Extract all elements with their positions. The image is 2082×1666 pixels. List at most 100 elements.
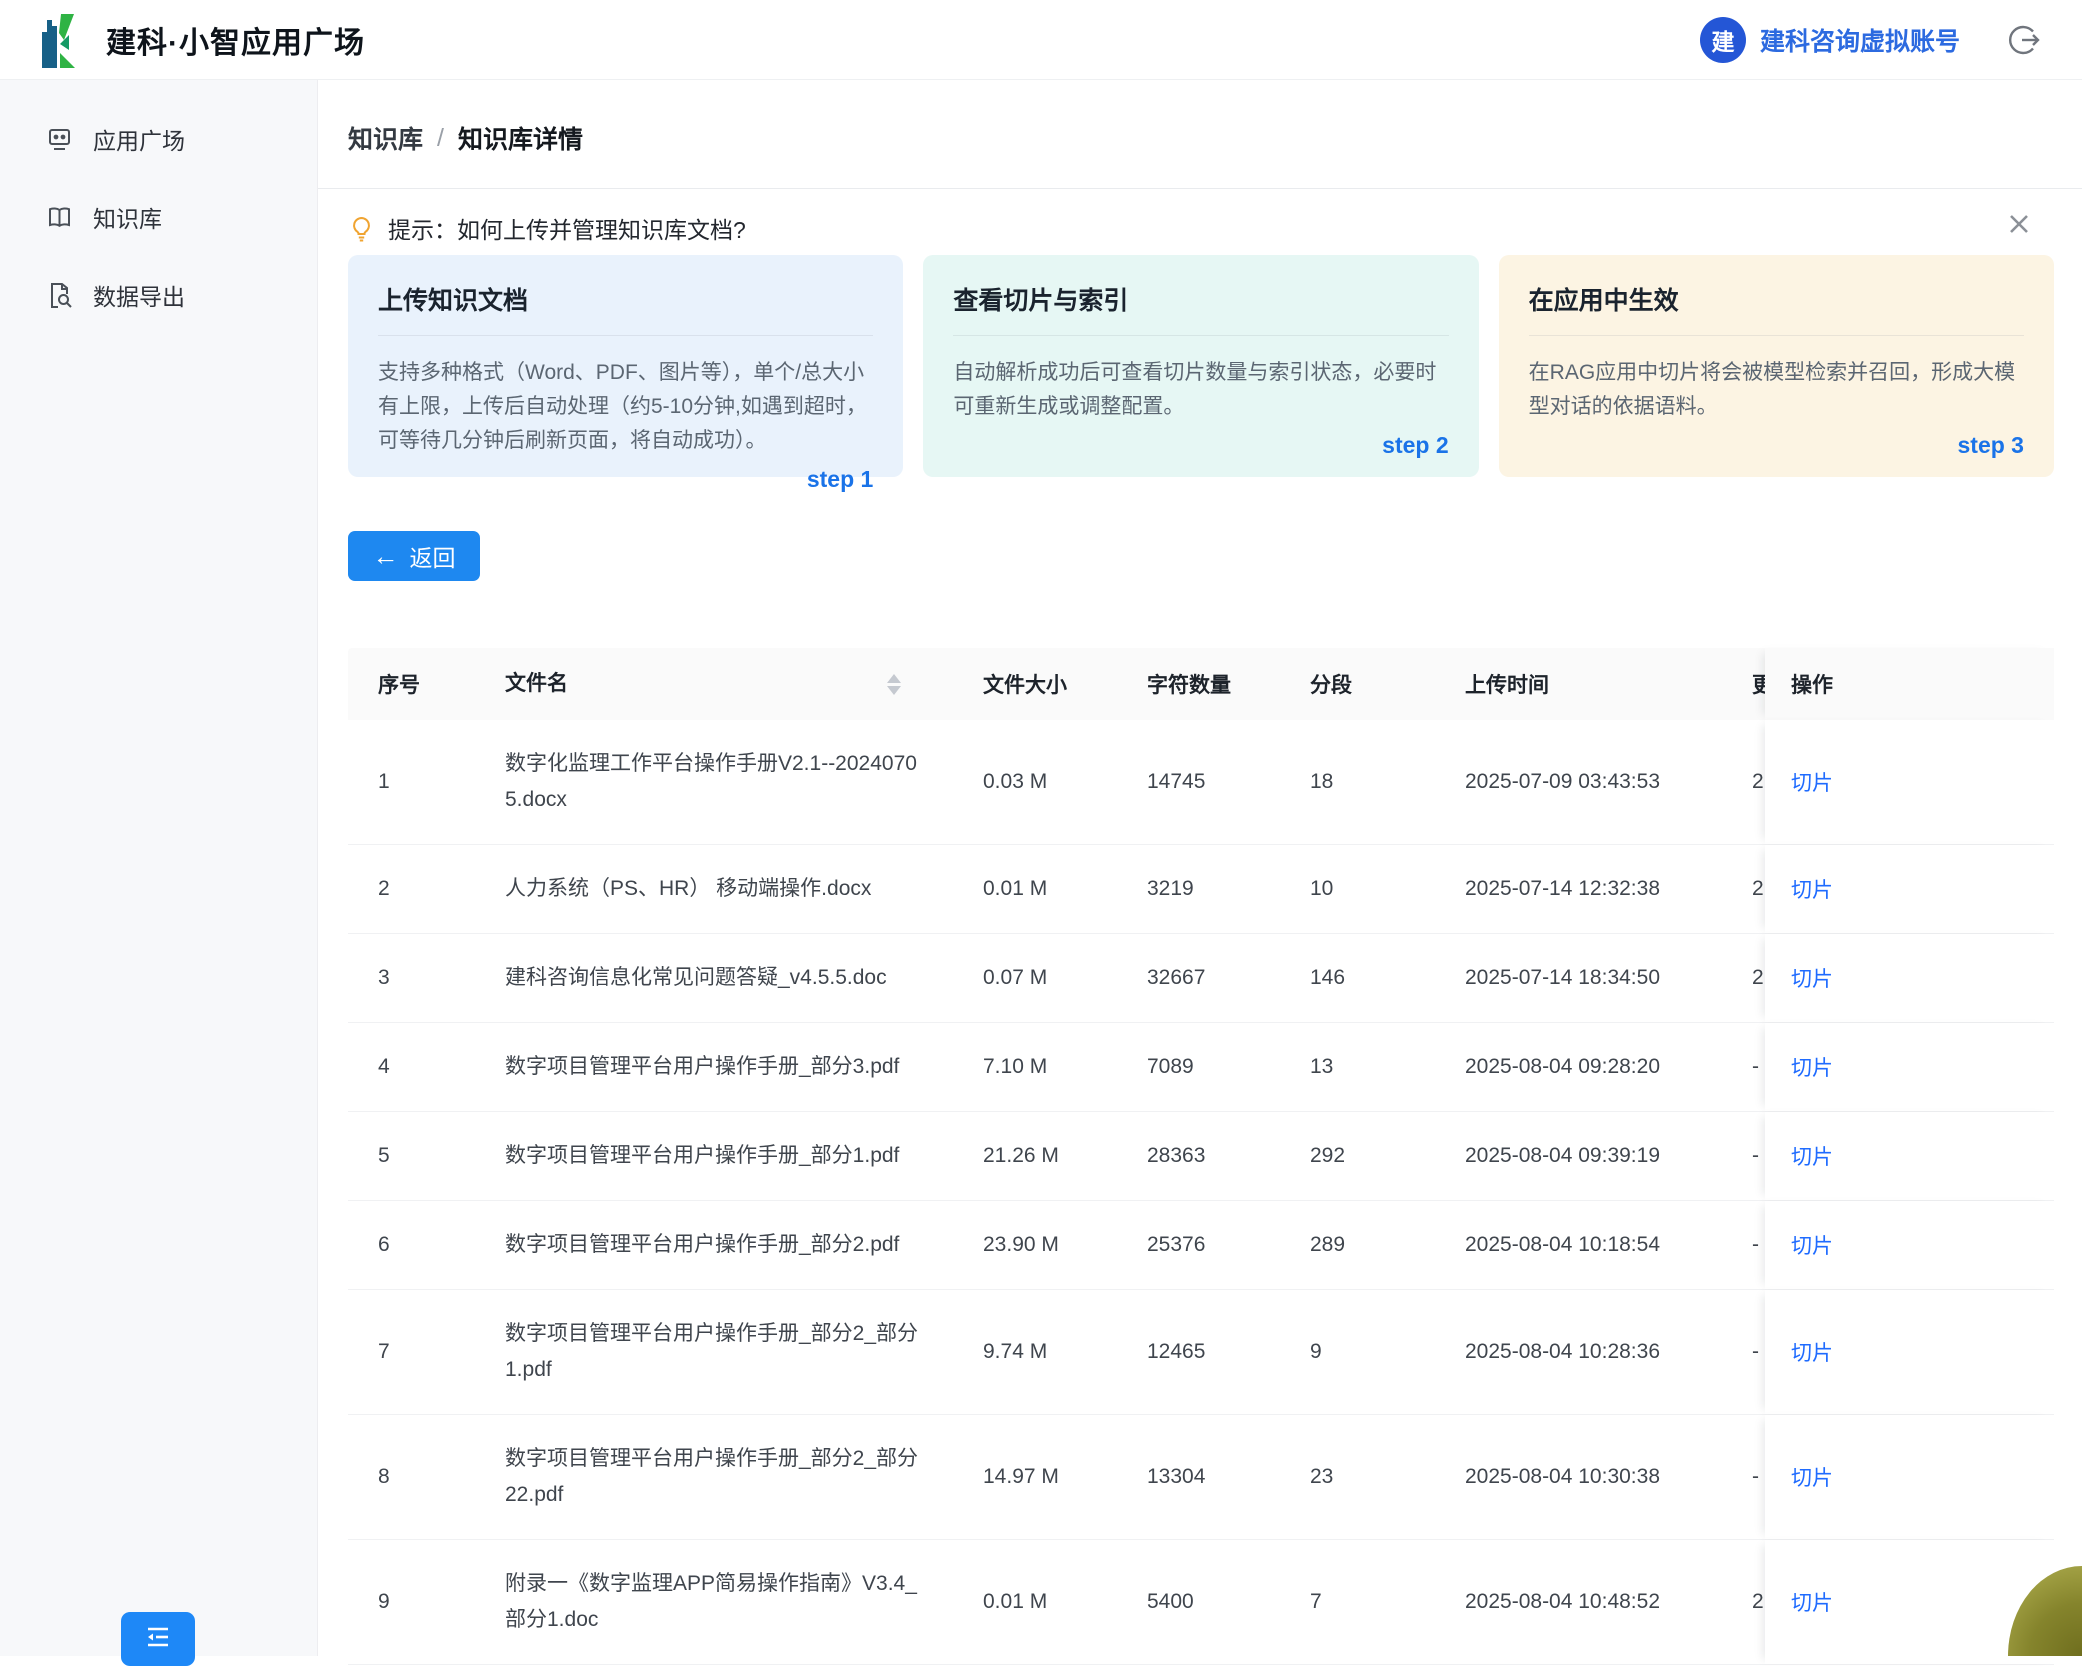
char-count: 25376 — [1117, 1233, 1280, 1257]
update-time-clipped: - — [1722, 1233, 1765, 1257]
action-cell: 切片 — [1765, 1112, 2054, 1200]
segment-count: 292 — [1280, 1144, 1435, 1168]
update-time-clipped: 2 — [1722, 966, 1765, 990]
row-index: 3 — [348, 966, 475, 990]
step-badge: step 3 — [1529, 432, 2024, 459]
slice-link[interactable]: 切片 — [1791, 1462, 1833, 1492]
step-cards: 上传知识文档 支持多种格式（Word、PDF、图片等），单个/总大小有上限，上传… — [348, 255, 2054, 477]
update-time-clipped: 2 — [1722, 770, 1765, 794]
slice-link[interactable]: 切片 — [1791, 1587, 1833, 1617]
file-name: 人力系统（PS、HR） 移动端操作.docx — [475, 845, 953, 933]
col-index: 序号 — [348, 669, 475, 699]
col-filesize: 文件大小 — [953, 669, 1117, 699]
sidebar-item-label: 知识库 — [93, 200, 162, 234]
slice-link[interactable]: 切片 — [1791, 767, 1833, 797]
segment-count: 146 — [1280, 966, 1435, 990]
back-button[interactable]: ← 返回 — [348, 531, 480, 581]
char-count: 12465 — [1117, 1340, 1280, 1364]
sidebar-item-label: 数据导出 — [93, 278, 185, 312]
slice-link[interactable]: 切片 — [1791, 874, 1833, 904]
row-index: 6 — [348, 1233, 475, 1257]
app-plaza-icon — [46, 126, 73, 153]
slice-link[interactable]: 切片 — [1791, 1337, 1833, 1367]
table-row: 4 数字项目管理平台用户操作手册_部分3.pdf 7.10 M 7089 13 … — [348, 1023, 2054, 1112]
account-area[interactable]: 建 建科咨询虚拟账号 — [1700, 17, 1960, 63]
step-card-slices: 查看切片与索引 自动解析成功后可查看切片数量与索引状态，必要时可重新生成或调整配… — [923, 255, 1478, 477]
upload-time: 2025-07-14 12:32:38 — [1435, 877, 1722, 901]
back-button-label: 返回 — [410, 539, 456, 573]
file-size: 23.90 M — [953, 1233, 1117, 1257]
file-name: 数字化监理工作平台操作手册V2.1--20240705.docx — [475, 720, 953, 844]
file-size: 0.07 M — [953, 966, 1117, 990]
breadcrumb-divider — [318, 188, 2082, 189]
sort-icon[interactable] — [887, 674, 901, 695]
sidebar: 应用广场 知识库 数据导出 — [0, 80, 318, 1656]
app-logo-icon — [42, 12, 90, 68]
tip-banner: 提示：如何上传并管理知识库文档? — [348, 211, 2046, 245]
row-index: 7 — [348, 1340, 475, 1364]
char-count: 5400 — [1117, 1590, 1280, 1614]
update-time-clipped: 2 — [1722, 1590, 1765, 1614]
update-time-clipped: - — [1722, 1465, 1765, 1489]
card-title: 在应用中生效 — [1529, 281, 2024, 336]
action-cell: 切片 — [1765, 1201, 2054, 1289]
action-cell: 切片 — [1765, 1290, 2054, 1414]
col-filename[interactable]: 文件名 — [475, 666, 953, 702]
sidebar-collapse-button[interactable] — [121, 1612, 195, 1666]
row-index: 5 — [348, 1144, 475, 1168]
breadcrumb-parent[interactable]: 知识库 — [348, 120, 423, 156]
file-size: 9.74 M — [953, 1340, 1117, 1364]
upload-time: 2025-08-04 10:30:38 — [1435, 1465, 1722, 1489]
file-size: 7.10 M — [953, 1055, 1117, 1079]
upload-time: 2025-08-04 09:28:20 — [1435, 1055, 1722, 1079]
file-size: 14.97 M — [953, 1465, 1117, 1489]
sidebar-item-data-export[interactable]: 数据导出 — [0, 256, 317, 334]
tip-text: 提示：如何上传并管理知识库文档? — [388, 211, 746, 245]
file-name: 数字项目管理平台用户操作手册_部分2_部分22.pdf — [475, 1415, 953, 1539]
table-row: 1 数字化监理工作平台操作手册V2.1--20240705.docx 0.03 … — [348, 720, 2054, 845]
close-icon[interactable] — [2002, 207, 2036, 241]
action-cell: 切片 — [1765, 720, 2054, 844]
table-row: 2 人力系统（PS、HR） 移动端操作.docx 0.01 M 3219 10 … — [348, 845, 2054, 934]
slice-link[interactable]: 切片 — [1791, 1052, 1833, 1082]
col-uploadtime: 上传时间 — [1435, 669, 1722, 699]
segment-count: 289 — [1280, 1233, 1435, 1257]
segment-count: 13 — [1280, 1055, 1435, 1079]
app-header: 建科·小智应用广场 建 建科咨询虚拟账号 — [0, 0, 2082, 80]
row-index: 4 — [348, 1055, 475, 1079]
table-body: 1 数字化监理工作平台操作手册V2.1--20240705.docx 0.03 … — [348, 720, 2054, 1665]
avatar[interactable]: 建 — [1700, 17, 1746, 63]
slice-link[interactable]: 切片 — [1791, 1141, 1833, 1171]
update-time-clipped: - — [1722, 1340, 1765, 1364]
knowledge-base-icon — [46, 204, 73, 231]
file-size: 21.26 M — [953, 1144, 1117, 1168]
file-name: 数字项目管理平台用户操作手册_部分2_部分1.pdf — [475, 1290, 953, 1414]
logout-icon[interactable] — [2008, 24, 2040, 56]
action-cell: 切片 — [1765, 845, 2054, 933]
slice-link[interactable]: 切片 — [1791, 1230, 1833, 1260]
segment-count: 9 — [1280, 1340, 1435, 1364]
file-size: 0.03 M — [953, 770, 1117, 794]
account-name[interactable]: 建科咨询虚拟账号 — [1760, 22, 1960, 58]
char-count: 14745 — [1117, 770, 1280, 794]
menu-fold-icon — [143, 1622, 173, 1652]
file-name: 数字项目管理平台用户操作手册_部分1.pdf — [475, 1112, 953, 1200]
table-row: 9 附录一《数字监理APP简易操作指南》V3.4_部分1.doc 0.01 M … — [348, 1540, 2054, 1665]
step-card-upload: 上传知识文档 支持多种格式（Word、PDF、图片等），单个/总大小有上限，上传… — [348, 255, 903, 477]
row-index: 1 — [348, 770, 475, 794]
breadcrumb-separator: / — [437, 124, 444, 153]
sidebar-item-label: 应用广场 — [93, 122, 185, 156]
step-badge: step 1 — [378, 466, 873, 493]
segment-count: 23 — [1280, 1465, 1435, 1489]
sidebar-item-knowledge-base[interactable]: 知识库 — [0, 178, 317, 256]
documents-table: 序号 文件名 文件大小 字符数量 分段 上传时间 更 操作 1 数字化监理工作平… — [348, 648, 2054, 1665]
sidebar-item-app-plaza[interactable]: 应用广场 — [0, 100, 317, 178]
app-title: 建科·小智应用广场 — [106, 18, 365, 62]
slice-link[interactable]: 切片 — [1791, 963, 1833, 993]
update-time-clipped: 2 — [1722, 877, 1765, 901]
table-header: 序号 文件名 文件大小 字符数量 分段 上传时间 更 操作 — [348, 648, 2054, 720]
upload-time: 2025-08-04 10:18:54 — [1435, 1233, 1722, 1257]
card-title: 查看切片与索引 — [953, 281, 1448, 336]
table-row: 7 数字项目管理平台用户操作手册_部分2_部分1.pdf 9.74 M 1246… — [348, 1290, 2054, 1415]
action-cell: 切片 — [1765, 1023, 2054, 1111]
